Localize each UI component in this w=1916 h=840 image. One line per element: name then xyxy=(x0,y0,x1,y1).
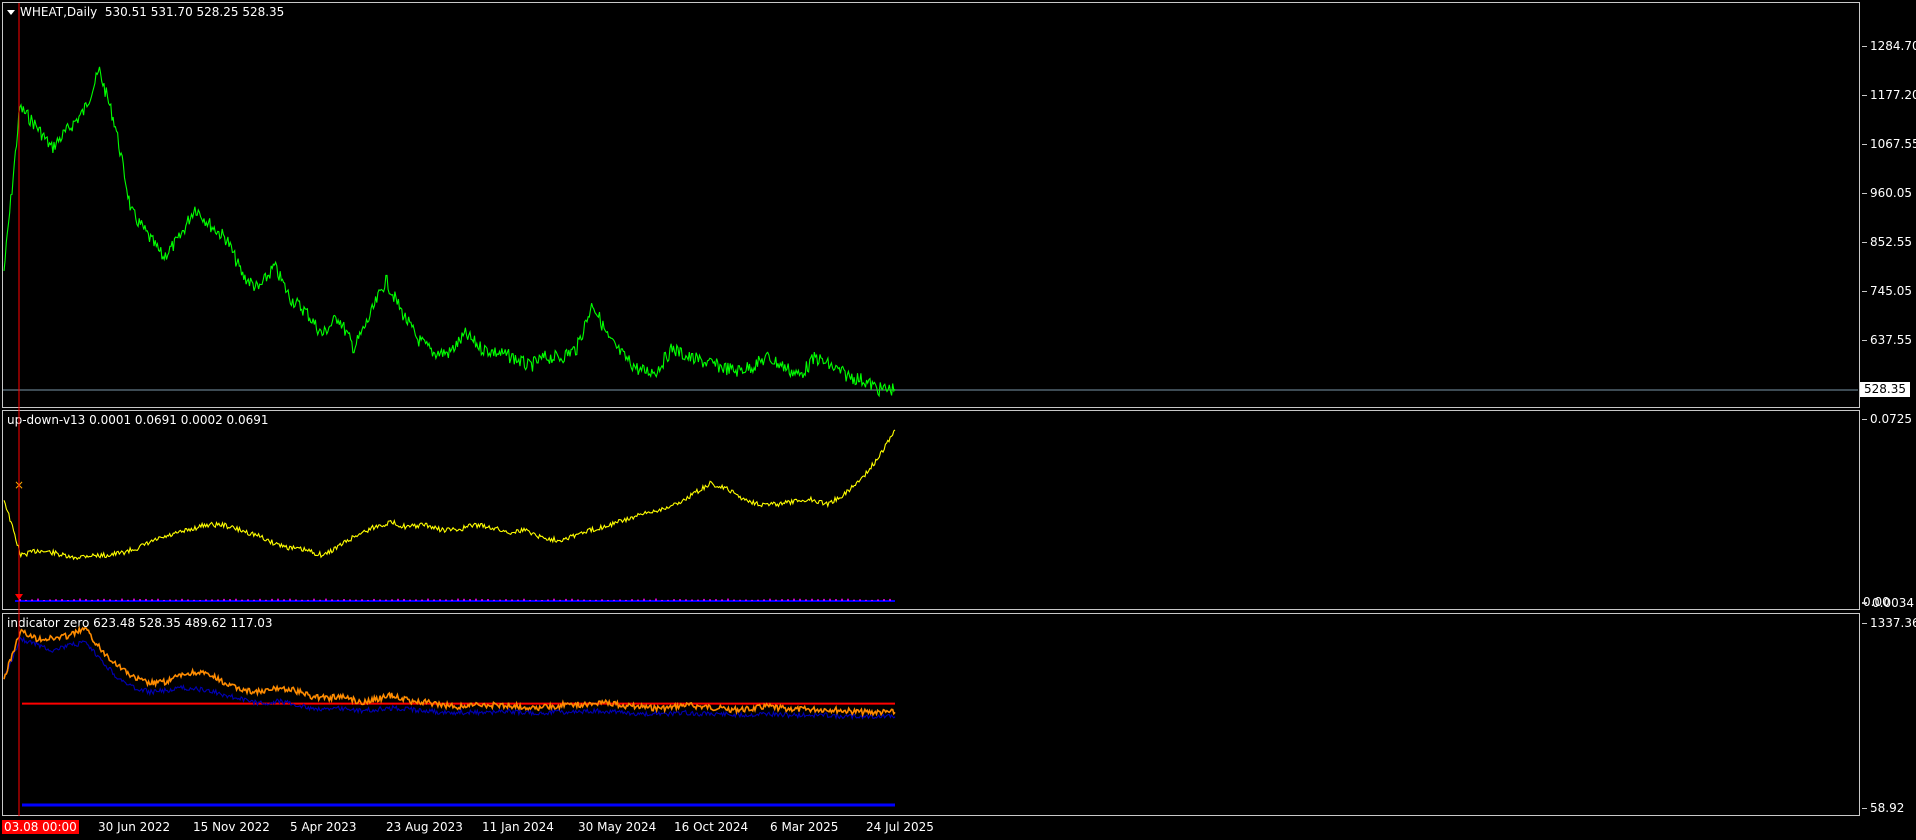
price-series-line xyxy=(3,66,896,398)
indicator1-line xyxy=(3,429,896,561)
chart-canvas[interactable]: × xyxy=(0,0,1916,840)
indicator2-fast-line xyxy=(3,625,896,718)
